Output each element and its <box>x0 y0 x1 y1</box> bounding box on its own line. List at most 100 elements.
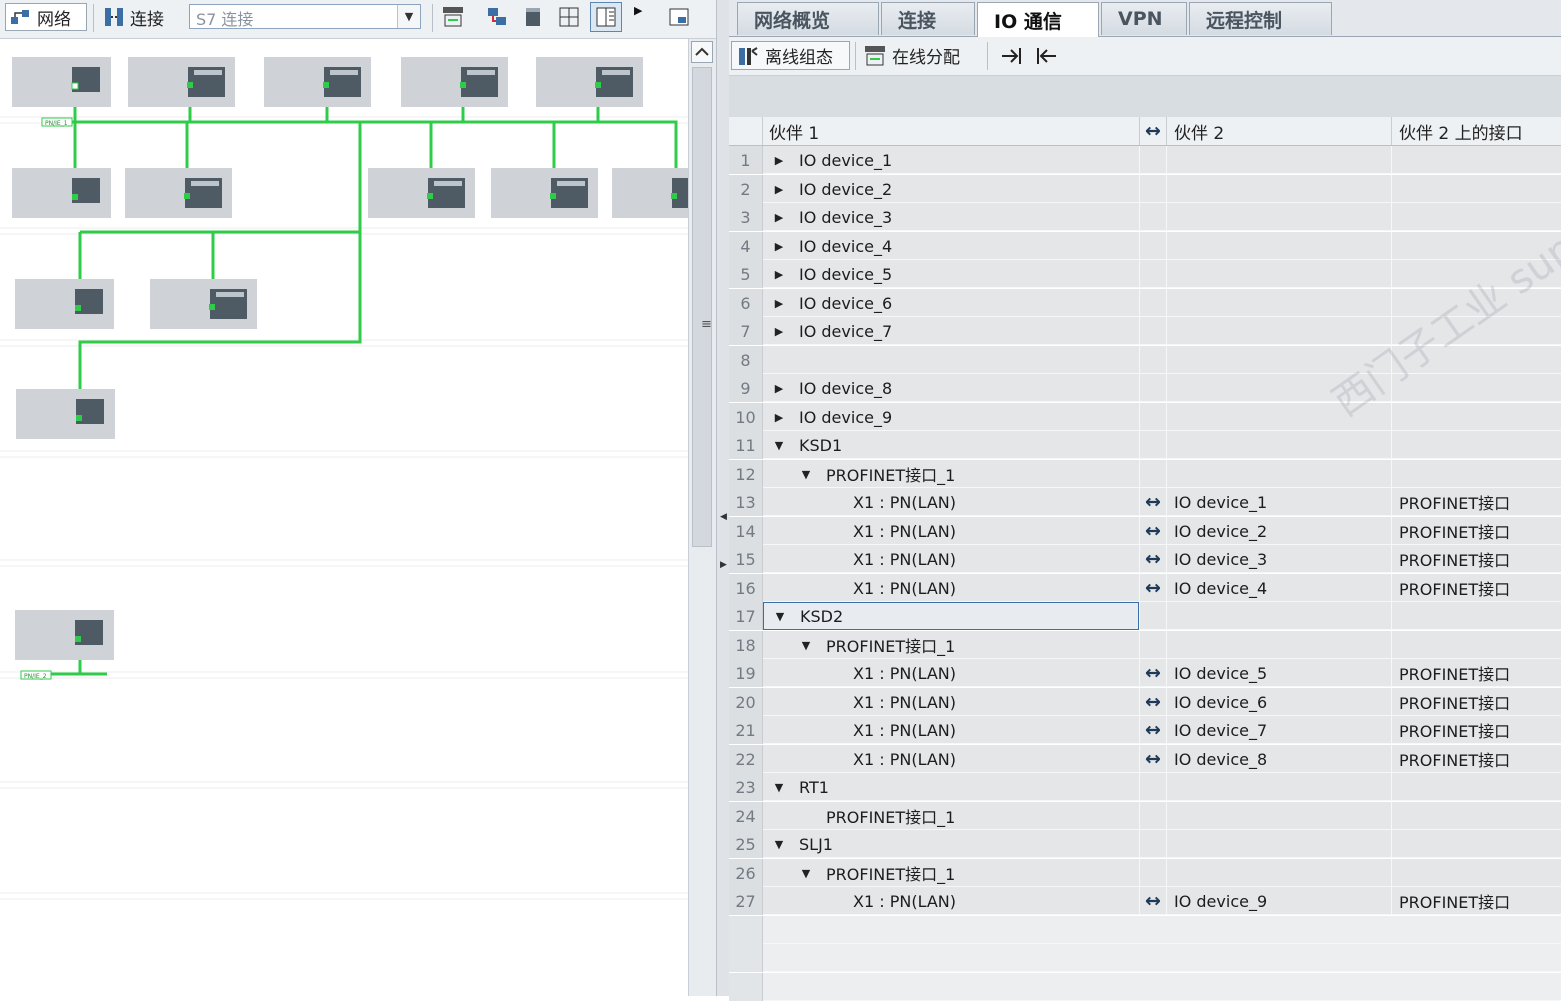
partner1-cell[interactable]: ▼ PROFINET接口_1 <box>763 460 1139 488</box>
table-row[interactable]: 10 ▶ IO device_9 <box>729 403 1561 431</box>
partner1-cell[interactable]: ▶ IO device_6 <box>763 289 1139 317</box>
device-et200-5[interactable] <box>536 57 643 107</box>
partner2-interface-cell[interactable] <box>1391 232 1561 260</box>
table-row[interactable]: 20 X1 : PN(LAN) ↔ IO device_6 PROFINET接口 <box>729 688 1561 716</box>
partner2-cell[interactable] <box>1167 631 1391 659</box>
partner2-cell[interactable] <box>1167 859 1391 887</box>
partner1-cell[interactable]: ▼ PROFINET接口_1 <box>763 631 1139 659</box>
tab-connections[interactable]: 连接 <box>881 2 975 35</box>
partner2-cell[interactable] <box>1167 802 1391 830</box>
partner1-cell[interactable]: ▼ PROFINET接口_1 <box>763 859 1139 887</box>
partner2-interface-cell[interactable]: PROFINET接口 <box>1391 517 1561 545</box>
online-assign-button[interactable]: 在线分配 <box>859 41 982 70</box>
partner1-cell[interactable]: ▼ SLJ1 <box>763 830 1139 858</box>
more-tools-arrow-icon[interactable]: ▶ <box>634 4 642 17</box>
connection-type-select[interactable]: S7 连接 ▼ <box>189 4 421 29</box>
tab-remote-control[interactable]: 远程控制 <box>1189 2 1332 35</box>
scroll-up-button[interactable] <box>691 41 713 63</box>
table-row[interactable]: 2 ▶ IO device_2 <box>729 175 1561 203</box>
device-et200-8[interactable] <box>491 168 598 218</box>
table-row[interactable]: 14 X1 : PN(LAN) ↔ IO device_2 PROFINET接口 <box>729 517 1561 545</box>
partner2-cell[interactable]: IO device_3 <box>1167 545 1391 573</box>
collapse-all-icon[interactable] <box>1035 45 1059 67</box>
overview-icon[interactable] <box>668 6 690 28</box>
empty-table-row[interactable] <box>729 916 1561 944</box>
device-et200-9[interactable] <box>612 168 688 218</box>
partner2-interface-cell[interactable]: PROFINET接口 <box>1391 887 1561 915</box>
table-row[interactable]: 17 ▼ KSD2 <box>729 602 1561 630</box>
partner2-interface-cell[interactable] <box>1391 175 1561 203</box>
table-row[interactable]: 6 ▶ IO device_6 <box>729 289 1561 317</box>
partner2-cell[interactable] <box>1167 403 1391 431</box>
table-view-toggle[interactable] <box>590 2 622 32</box>
partner2-interface-cell[interactable]: PROFINET接口 <box>1391 716 1561 744</box>
partner2-header[interactable]: 伙伴 2 <box>1167 117 1391 145</box>
partner2-interface-cell[interactable]: PROFINET接口 <box>1391 745 1561 773</box>
partner1-cell[interactable]: X1 : PN(LAN) <box>763 659 1139 687</box>
partner2-cell[interactable] <box>1167 346 1391 374</box>
partner1-header[interactable]: 伙伴 1 <box>763 117 1139 145</box>
collapse-arrow-icon[interactable]: ▼ <box>773 781 785 794</box>
device-et200-3[interactable] <box>264 57 371 107</box>
table-row[interactable]: 24 PROFINET接口_1 <box>729 802 1561 830</box>
collapse-arrow-icon[interactable]: ▼ <box>773 838 785 851</box>
table-row[interactable]: 26 ▼ PROFINET接口_1 <box>729 859 1561 887</box>
collapse-right-icon[interactable]: ▶ <box>720 560 727 570</box>
device-et200-10[interactable] <box>150 279 257 329</box>
partner2-cell[interactable] <box>1167 260 1391 288</box>
collapse-arrow-icon[interactable]: ▼ <box>800 639 812 652</box>
partner2-interface-cell[interactable] <box>1391 146 1561 174</box>
partner1-cell[interactable]: X1 : PN(LAN) <box>763 887 1139 915</box>
expand-arrow-icon[interactable]: ▶ <box>773 211 785 224</box>
scroll-thumb[interactable]: ≡ <box>692 67 712 547</box>
partner1-cell[interactable]: ▼ RT1 <box>763 773 1139 801</box>
highlight-io-system-icon[interactable] <box>486 6 508 28</box>
subnet-label-pnie1[interactable]: PN/IE_1 <box>41 117 73 127</box>
empty-table-row[interactable] <box>729 944 1561 972</box>
expand-arrow-icon[interactable]: ▶ <box>773 240 785 253</box>
partner1-cell[interactable]: ▶ IO device_5 <box>763 260 1139 288</box>
table-row[interactable]: 7 ▶ IO device_7 <box>729 317 1561 345</box>
table-row[interactable]: 23 ▼ RT1 <box>729 773 1561 801</box>
expand-arrow-icon[interactable]: ▶ <box>773 154 785 167</box>
pane-splitter[interactable]: ◀ ▶ <box>716 0 730 996</box>
table-row[interactable]: 8 <box>729 346 1561 374</box>
partner1-cell[interactable]: X1 : PN(LAN) <box>763 517 1139 545</box>
partner2-interface-cell[interactable]: PROFINET接口 <box>1391 488 1561 516</box>
partner2-interface-cell[interactable] <box>1391 289 1561 317</box>
partner2-interface-cell[interactable]: PROFINET接口 <box>1391 688 1561 716</box>
partner2-interface-cell[interactable] <box>1391 346 1561 374</box>
partner1-cell[interactable]: X1 : PN(LAN) <box>763 574 1139 602</box>
table-row[interactable]: 1 ▶ IO device_1 <box>729 146 1561 174</box>
expand-arrow-icon[interactable]: ▶ <box>773 382 785 395</box>
partner1-cell[interactable]: ▼ KSD1 <box>763 431 1139 459</box>
partner2-cell[interactable]: IO device_7 <box>1167 716 1391 744</box>
table-row[interactable]: 16 X1 : PN(LAN) ↔ IO device_4 PROFINET接口 <box>729 574 1561 602</box>
grid-icon[interactable] <box>558 6 580 28</box>
partner1-cell[interactable]: X1 : PN(LAN) <box>763 488 1139 516</box>
partner2-interface-cell[interactable] <box>1391 260 1561 288</box>
device-icon[interactable] <box>522 6 544 28</box>
partner1-cell[interactable]: ▶ IO device_4 <box>763 232 1139 260</box>
partner2-cell[interactable] <box>1167 146 1391 174</box>
device-et200-2[interactable] <box>128 57 235 107</box>
table-row[interactable]: 11 ▼ KSD1 <box>729 431 1561 459</box>
expand-arrow-icon[interactable]: ▶ <box>773 268 785 281</box>
collapse-arrow-icon[interactable]: ▼ <box>773 439 785 452</box>
collapse-arrow-icon[interactable]: ▼ <box>774 610 786 623</box>
collapse-arrow-icon[interactable]: ▼ <box>800 867 812 880</box>
collapse-left-icon[interactable]: ◀ <box>720 512 727 522</box>
device-plc-slj1[interactable] <box>16 389 115 439</box>
table-row[interactable]: 22 X1 : PN(LAN) ↔ IO device_8 PROFINET接口 <box>729 745 1561 773</box>
partner2-interface-cell[interactable] <box>1391 631 1561 659</box>
partner1-cell[interactable]: PROFINET接口_1 <box>763 802 1139 830</box>
offline-config-button[interactable]: 离线组态 <box>731 41 850 70</box>
partner1-cell[interactable]: ▶ IO device_8 <box>763 374 1139 402</box>
partner1-cell[interactable]: ▶ IO device_1 <box>763 146 1139 174</box>
table-row[interactable]: 21 X1 : PN(LAN) ↔ IO device_7 PROFINET接口 <box>729 716 1561 744</box>
table-row[interactable]: 18 ▼ PROFINET接口_1 <box>729 631 1561 659</box>
partner1-cell[interactable]: X1 : PN(LAN) <box>763 745 1139 773</box>
table-row[interactable]: 27 X1 : PN(LAN) ↔ IO device_9 PROFINET接口 <box>729 887 1561 915</box>
partner2-interface-cell[interactable] <box>1391 403 1561 431</box>
partner1-cell[interactable]: ▶ IO device_9 <box>763 403 1139 431</box>
